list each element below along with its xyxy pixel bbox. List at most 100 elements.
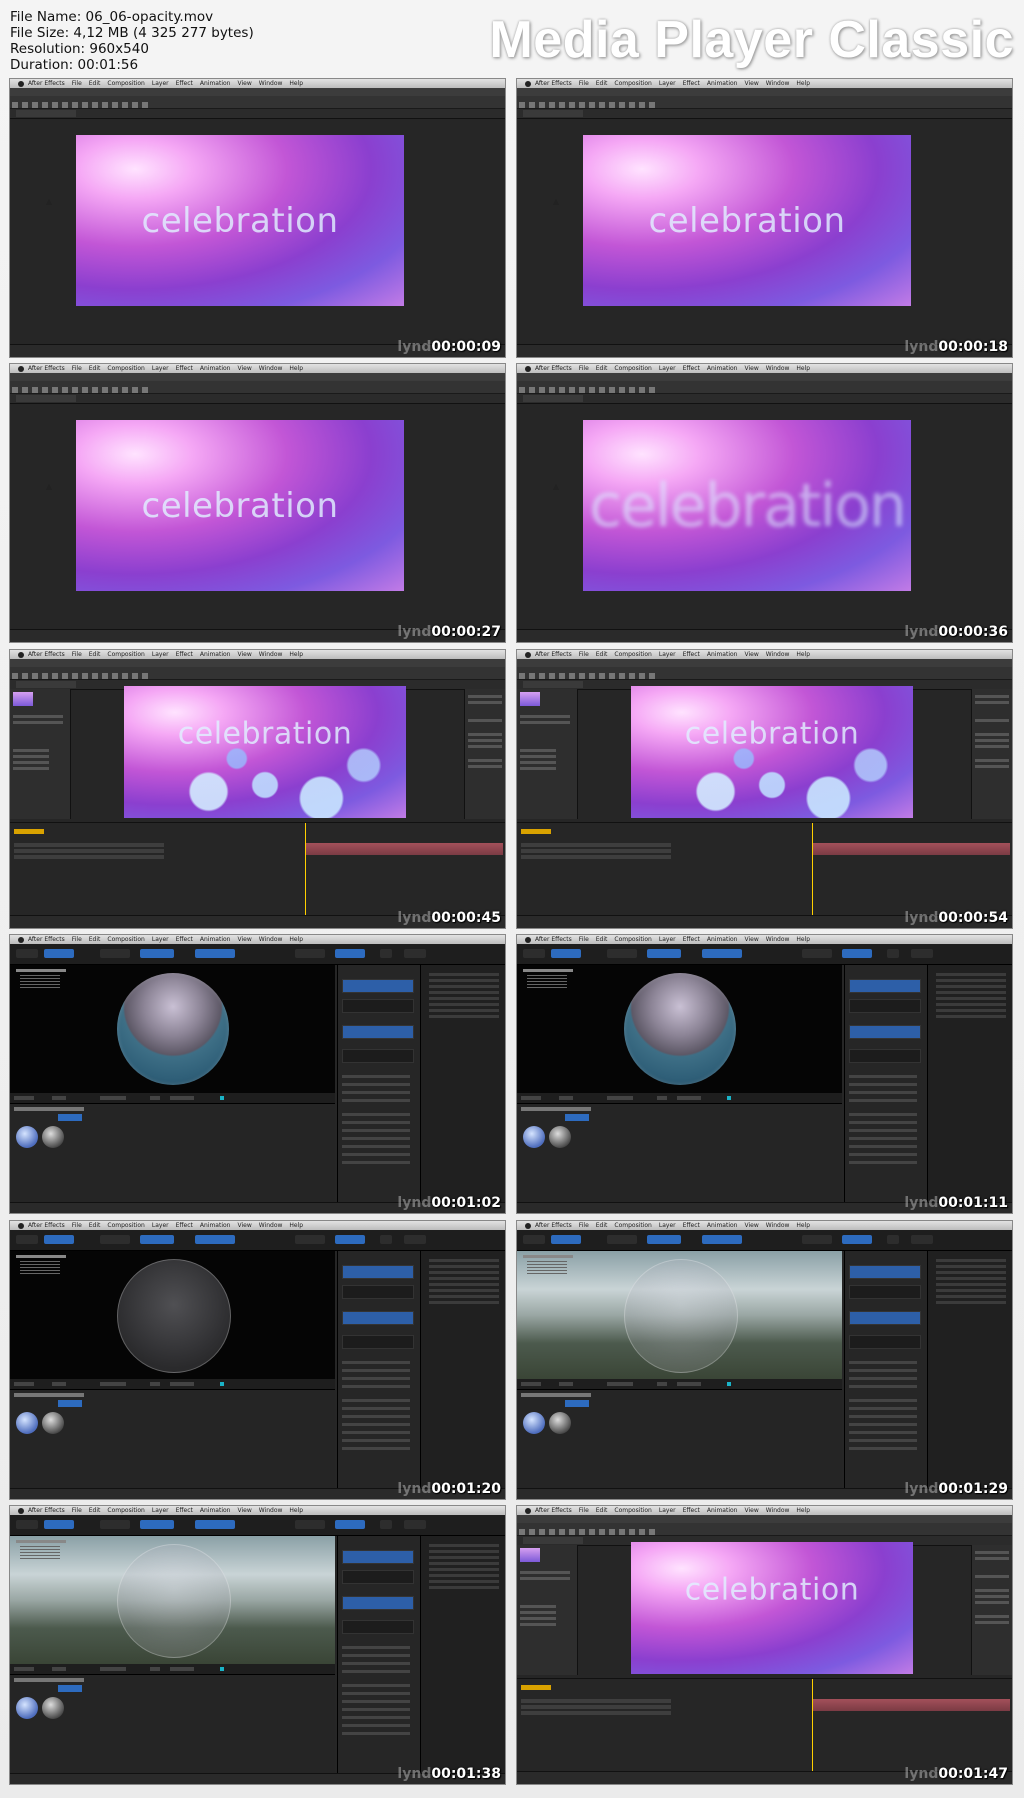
menu-item[interactable]: Window [766, 80, 790, 87]
tool-icon[interactable] [62, 387, 68, 393]
menu-item[interactable]: Composition [614, 80, 651, 87]
current-time-indicator[interactable] [812, 823, 813, 916]
model-item[interactable] [936, 1283, 1006, 1286]
project-item[interactable] [13, 761, 49, 764]
menu-item[interactable]: Window [766, 651, 790, 658]
textures-checkbox[interactable] [727, 1382, 731, 1386]
current-time-display[interactable] [521, 1685, 551, 1690]
tool-icon[interactable] [579, 102, 585, 108]
menu-item[interactable]: Help [289, 1222, 303, 1229]
model-item[interactable] [429, 1003, 499, 1006]
menu-item[interactable]: View [744, 365, 758, 372]
menu-item[interactable]: View [744, 651, 758, 658]
tool-icon[interactable] [529, 673, 535, 679]
scene-item[interactable] [342, 1025, 414, 1039]
tool-icon[interactable] [72, 102, 78, 108]
menu-item[interactable]: After Effects [535, 651, 572, 658]
model-item[interactable] [429, 973, 499, 976]
scene-item[interactable] [849, 1285, 921, 1299]
menu-item[interactable]: File [72, 365, 82, 372]
tool-icon[interactable] [649, 387, 655, 393]
tool-icon[interactable] [12, 387, 18, 393]
composition-viewer[interactable]: celebration [124, 686, 406, 818]
model-item[interactable] [429, 1574, 499, 1577]
menu-item[interactable]: Edit [596, 651, 608, 658]
preset-material-blue[interactable] [16, 1412, 38, 1434]
option-control[interactable] [559, 1382, 573, 1386]
tool-icon[interactable] [52, 673, 58, 679]
tool-icon[interactable] [579, 673, 585, 679]
model-item[interactable] [429, 1015, 499, 1018]
scene-preview[interactable] [10, 965, 335, 1093]
tool-icon[interactable] [529, 387, 535, 393]
menu-item[interactable]: Layer [152, 1507, 169, 1514]
menu-item[interactable]: View [237, 1507, 251, 1514]
option-control[interactable] [14, 1667, 34, 1671]
layer-duration-bar[interactable] [812, 843, 1010, 855]
scene-preview[interactable] [10, 1251, 335, 1379]
menu-item[interactable]: Layer [659, 651, 676, 658]
menu-item[interactable]: View [744, 1222, 758, 1229]
option-control[interactable] [677, 1382, 701, 1386]
toolbar-button[interactable] [16, 949, 38, 958]
menu-item[interactable]: File [579, 1507, 589, 1514]
tool-icon[interactable] [549, 673, 555, 679]
menu-item[interactable]: Composition [614, 1222, 651, 1229]
menu-item[interactable]: File [579, 936, 589, 943]
property-row[interactable] [849, 1431, 917, 1434]
tool-icon[interactable] [649, 1529, 655, 1535]
model-item[interactable] [429, 979, 499, 982]
composition-viewer[interactable]: celebration [583, 420, 911, 591]
toolbar-button[interactable] [335, 1520, 365, 1529]
menu-item[interactable]: Effect [683, 936, 700, 943]
property-row[interactable] [849, 1075, 917, 1078]
model-item[interactable] [936, 1265, 1006, 1268]
tool-icon[interactable] [579, 1529, 585, 1535]
menu-item[interactable]: After Effects [28, 1507, 65, 1514]
menu-item[interactable]: Effect [176, 365, 193, 372]
scene-item[interactable] [342, 1550, 414, 1564]
model-item[interactable] [429, 1259, 499, 1262]
menu-item[interactable]: View [237, 936, 251, 943]
video-thumbnail[interactable]: After Effects File Edit Composition Layer Eff… [9, 1505, 506, 1785]
toolbar-button[interactable] [335, 1235, 365, 1244]
preset-material-blue[interactable] [523, 1126, 545, 1148]
scene-item[interactable] [342, 1335, 414, 1349]
timeline-layer[interactable] [521, 1711, 671, 1715]
textures-checkbox[interactable] [220, 1382, 224, 1386]
property-row[interactable] [342, 1423, 410, 1426]
model-item[interactable] [936, 1009, 1006, 1012]
menu-item[interactable]: Help [796, 1222, 810, 1229]
property-row[interactable] [849, 1369, 917, 1372]
model-item[interactable] [429, 1271, 499, 1274]
scene-preview[interactable] [10, 1536, 335, 1664]
menu-item[interactable]: Window [259, 1222, 283, 1229]
tool-icon[interactable] [102, 387, 108, 393]
model-item[interactable] [429, 1301, 499, 1304]
menu-item[interactable]: Animation [200, 80, 231, 87]
menu-item[interactable]: Layer [152, 80, 169, 87]
model-item[interactable] [429, 1283, 499, 1286]
toolbar-button[interactable] [380, 1235, 392, 1244]
menu-item[interactable]: After Effects [535, 1222, 572, 1229]
timeline-layer[interactable] [521, 1699, 671, 1703]
property-row[interactable] [849, 1407, 917, 1410]
menu-item[interactable]: File [72, 651, 82, 658]
property-row[interactable] [342, 1369, 410, 1372]
option-control[interactable] [657, 1382, 667, 1386]
menu-item[interactable]: Effect [176, 651, 193, 658]
tool-icon[interactable] [569, 387, 575, 393]
property-row[interactable] [849, 1099, 917, 1102]
tool-icon[interactable] [629, 1529, 635, 1535]
tool-icon[interactable] [112, 673, 118, 679]
tool-icon[interactable] [619, 387, 625, 393]
menu-item[interactable]: Composition [107, 936, 144, 943]
toolbar-button[interactable] [335, 949, 365, 958]
menu-item[interactable]: View [237, 1222, 251, 1229]
tool-icon[interactable] [609, 387, 615, 393]
menu-item[interactable]: Effect [176, 1222, 193, 1229]
current-time-display[interactable] [14, 829, 44, 834]
tool-icon[interactable] [639, 673, 645, 679]
property-row[interactable] [342, 1121, 410, 1124]
toolbar-button[interactable] [404, 1520, 426, 1529]
